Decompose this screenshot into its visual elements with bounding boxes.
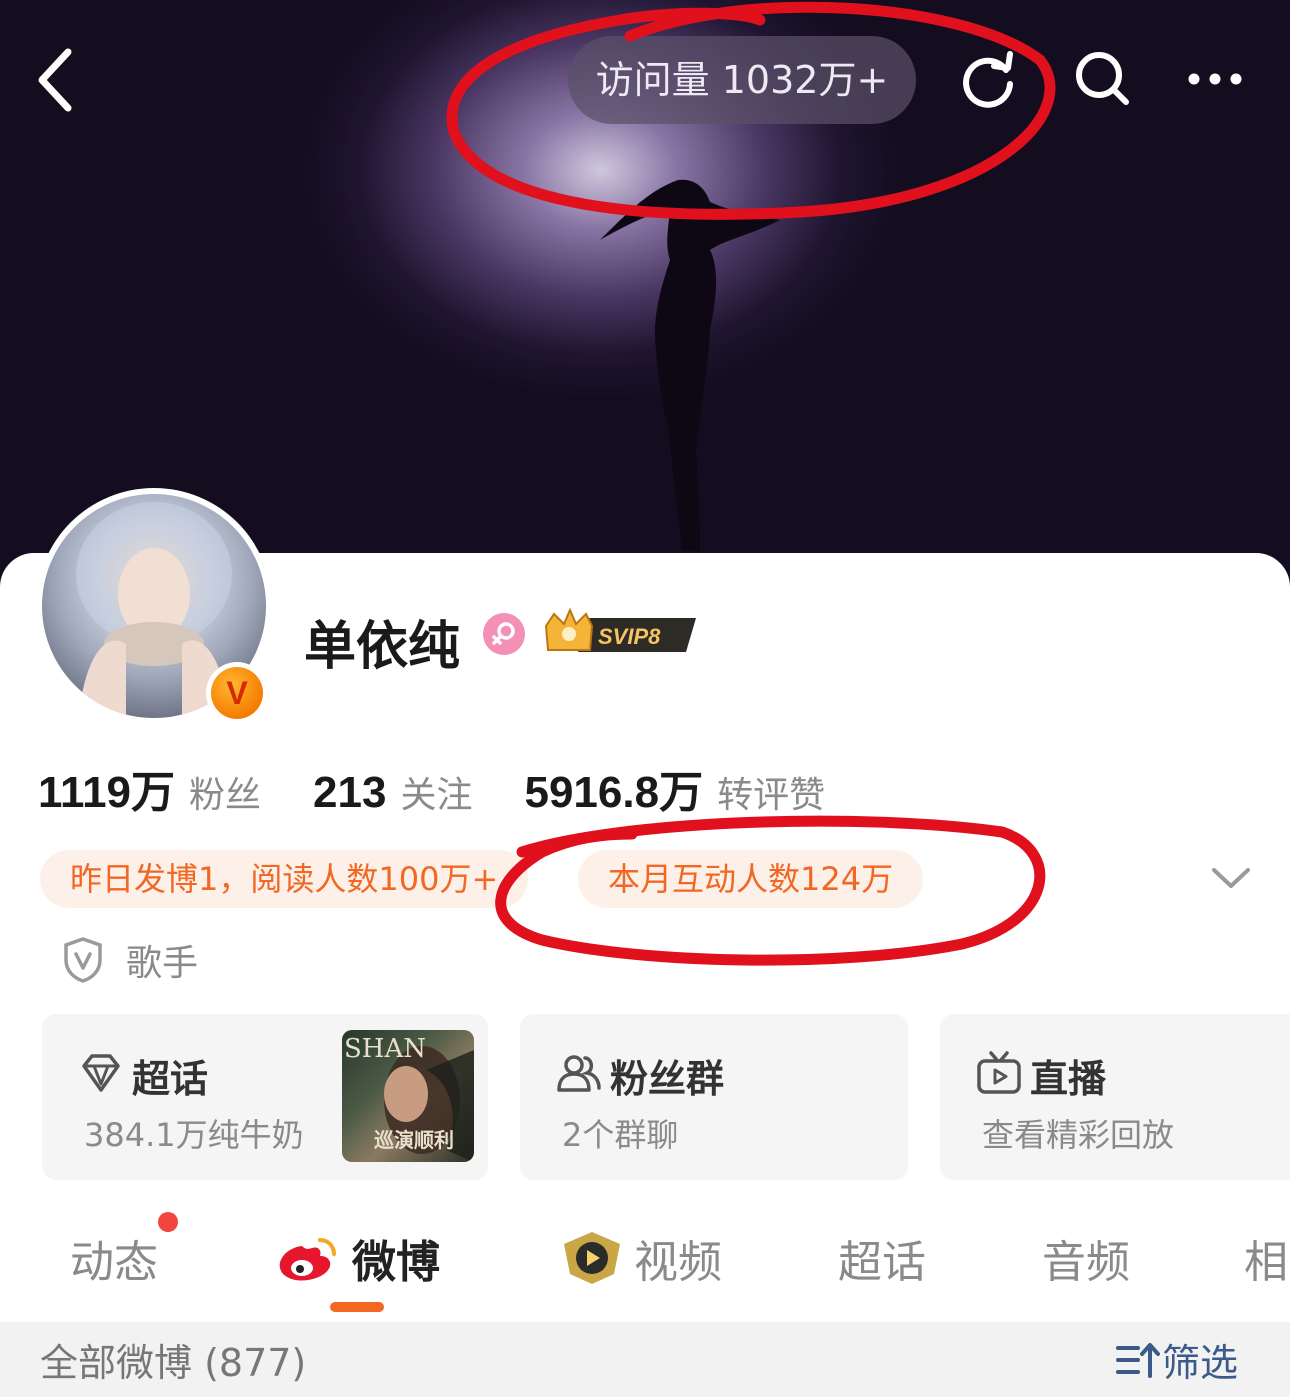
svip-badge[interactable]: SVIP8	[540, 606, 700, 658]
chevron-down-icon[interactable]	[1208, 860, 1254, 896]
refresh-icon[interactable]	[954, 44, 1024, 114]
thumbnail-brand: SHAN	[344, 1034, 427, 1064]
diamond-icon	[82, 1054, 120, 1092]
followers-count[interactable]: 1119万	[38, 756, 175, 820]
more-icon[interactable]	[1180, 44, 1250, 114]
shield-v-icon	[64, 937, 102, 983]
visit-count-pill: 访问量 1032万+	[568, 36, 916, 124]
back-icon[interactable]	[30, 40, 90, 120]
tab-audio[interactable]: 音频	[1042, 1226, 1130, 1290]
live-tile[interactable]: 直播 查看精彩回放	[940, 1014, 1290, 1180]
svg-text:SVIP8: SVIP8	[598, 624, 661, 649]
group-icon	[557, 1055, 601, 1092]
verified-badge: V	[206, 662, 268, 724]
tab-photos[interactable]: 相	[1244, 1226, 1288, 1290]
filter-icon	[1116, 1342, 1160, 1378]
following-count[interactable]: 213	[313, 768, 386, 818]
tab-activity[interactable]: 动态	[70, 1226, 158, 1290]
thumbnail-caption: 巡演顺利	[374, 1128, 454, 1152]
post-count-label: 全部微博 (877)	[40, 1341, 307, 1385]
video-badge-icon	[564, 1232, 620, 1284]
fan-group-title: 粉丝群	[610, 1057, 725, 1101]
super-topic-thumbnail: SHAN 巡演顺利	[342, 1030, 474, 1162]
unread-dot	[158, 1212, 178, 1232]
filter-label: 筛选	[1162, 1341, 1239, 1385]
followers-label[interactable]: 粉丝	[189, 766, 261, 818]
weibo-logo-icon	[279, 1238, 336, 1281]
fan-group-tile[interactable]: 粉丝群 2个群聊	[520, 1014, 908, 1180]
live-subtitle: 查看精彩回放	[982, 1116, 1175, 1154]
tab-weibo[interactable]: 微博	[352, 1226, 440, 1290]
profile-stats: 1119万 粉丝 213 关注 5916.8万 转评赞	[38, 756, 877, 818]
identity-tag: 歌手	[62, 934, 198, 986]
filter-button[interactable]: 筛选	[1116, 1332, 1238, 1387]
super-topic-tile[interactable]: 超话 384.1万纯牛奶 SHAN 巡演顺利	[42, 1014, 488, 1180]
yesterday-posts-chip[interactable]: 昨日发博1，阅读人数100万+	[40, 850, 529, 908]
super-topic-subtitle: 384.1万纯牛奶	[84, 1116, 304, 1154]
tab-super-topic[interactable]: 超话	[838, 1226, 926, 1290]
active-tab-indicator	[330, 1302, 384, 1312]
engagement-label: 转评赞	[717, 775, 826, 816]
tab-video[interactable]: 视频	[634, 1226, 722, 1290]
live-tv-icon	[977, 1051, 1021, 1094]
identity-tag-label: 歌手	[126, 943, 199, 984]
following-label[interactable]: 关注	[400, 766, 472, 818]
profile-tabs: 动态 微博 视频 超话 音频 相	[0, 1222, 1290, 1312]
live-title: 直播	[1030, 1057, 1107, 1101]
female-icon	[483, 613, 525, 655]
search-icon[interactable]	[1068, 44, 1138, 114]
profile-name: 单依纯	[304, 617, 461, 677]
engagement-count: 5916.8万	[524, 768, 704, 817]
cover-silhouette	[600, 179, 780, 552]
feed-filter-bar: 全部微博 (877) 筛选	[0, 1322, 1290, 1397]
fan-group-subtitle: 2个群聊	[562, 1116, 679, 1154]
super-topic-title: 超话	[132, 1057, 209, 1101]
monthly-interaction-chip[interactable]: 本月互动人数124万	[578, 850, 924, 908]
